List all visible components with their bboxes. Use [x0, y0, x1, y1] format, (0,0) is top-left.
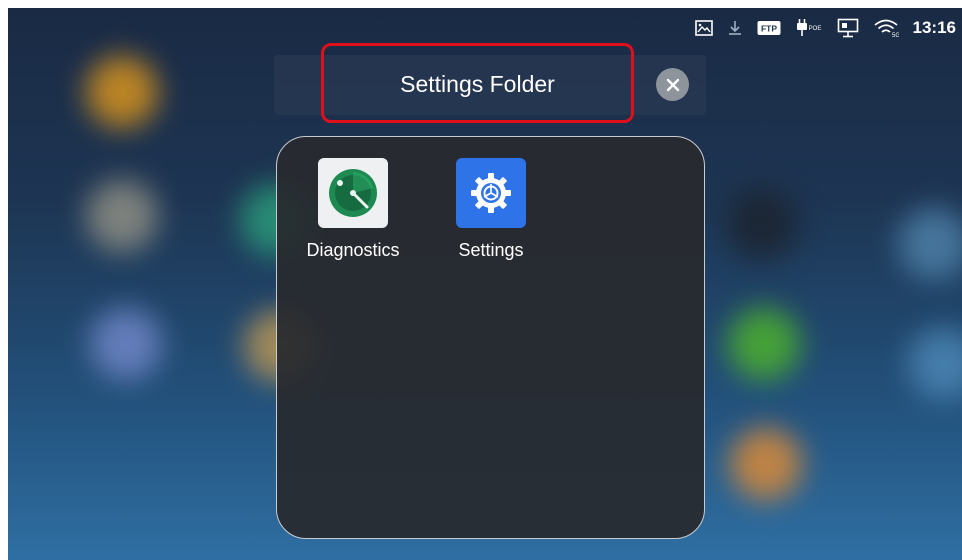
background-app-icon: [86, 180, 158, 252]
folder-panel: Diagnostics Settings: [276, 136, 705, 539]
app-label: Diagnostics: [306, 240, 400, 260]
background-app-icon: [908, 328, 962, 400]
wifi-5g-icon: 5G: [873, 17, 899, 39]
background-app-icon: [90, 308, 162, 380]
network-icon: [837, 17, 859, 39]
home-screen: FTP POE 5G 13:16 Settings Folder Diagnos…: [8, 8, 962, 560]
app-tile-diagnostics[interactable]: Diagnostics: [291, 158, 415, 261]
close-icon: [666, 78, 679, 91]
background-app-icon: [728, 308, 800, 380]
folder-title[interactable]: Settings Folder: [400, 71, 555, 98]
diagnostics-icon: [318, 158, 388, 228]
svg-text:FTP: FTP: [760, 24, 776, 34]
download-icon: [727, 17, 743, 39]
screenshot-icon: [694, 17, 713, 39]
app-tile-settings[interactable]: Settings: [429, 158, 553, 261]
folder-title-highlight[interactable]: Settings Folder: [321, 43, 634, 123]
status-time: 13:16: [912, 18, 956, 37]
settings-gear-icon: [456, 158, 526, 228]
ftp-icon: FTP: [757, 17, 781, 39]
svg-text:POE: POE: [808, 26, 821, 32]
background-app-icon: [86, 56, 158, 128]
app-label: Settings: [458, 240, 524, 260]
background-app-icon: [726, 188, 798, 260]
background-app-icon: [898, 208, 962, 280]
poe-icon: POE: [795, 17, 823, 39]
status-bar: FTP POE 5G 13:16: [694, 8, 962, 48]
background-app-icon: [730, 428, 802, 500]
close-folder-button[interactable]: [656, 68, 689, 101]
svg-text:5G: 5G: [892, 33, 899, 38]
